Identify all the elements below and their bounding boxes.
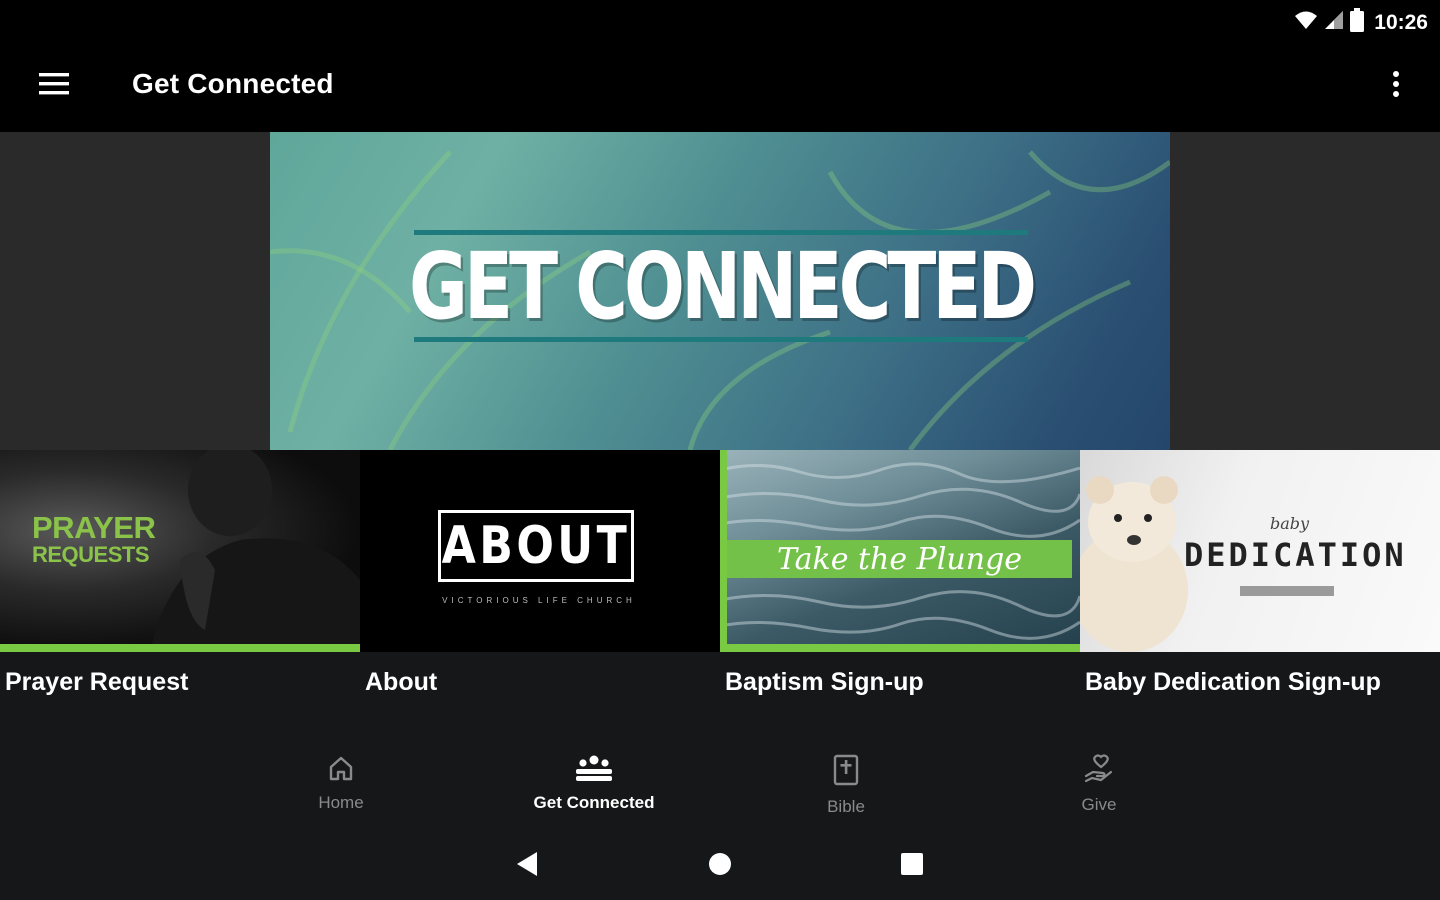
plunge-band: Take the Plunge — [727, 540, 1072, 578]
status-bar: 10:26 — [0, 0, 1440, 40]
tile-about[interactable]: ABOUT VICTORIOUS LIFE CHURCH About — [360, 450, 720, 720]
tile-prayer-request[interactable]: PRAYER REQUESTS Prayer Request — [0, 450, 360, 720]
about-frame: ABOUT — [438, 510, 634, 582]
back-triangle-icon — [515, 851, 539, 882]
more-vert-icon — [1392, 70, 1400, 103]
bible-icon — [832, 754, 860, 791]
recents-button[interactable] — [892, 850, 932, 882]
battery-icon — [1350, 8, 1365, 37]
nav-label: Bible — [827, 797, 865, 816]
about-image-title: ABOUT — [441, 516, 631, 576]
tile-label: Baptism Sign-up — [725, 668, 924, 696]
hero-title-frame: GET CONNECTED — [409, 230, 1037, 342]
prayer-image-subtitle: REQUESTS — [32, 542, 150, 567]
tile-label: About — [365, 668, 438, 696]
nav-label: Give — [1081, 795, 1117, 814]
home-icon — [327, 754, 355, 787]
dedication-bar — [1240, 586, 1334, 596]
accent-line — [720, 644, 1080, 652]
bottom-navigation: Home Get Connected Bible Give — [0, 740, 1440, 832]
overflow-menu-button[interactable] — [1376, 66, 1416, 106]
page-title: Get Connected — [132, 68, 334, 99]
nav-label: Get Connected — [533, 793, 655, 812]
about-image: ABOUT VICTORIOUS LIFE CHURCH — [360, 450, 720, 652]
prayer-image-title: PRAYER — [32, 510, 156, 545]
tile-label: Baby Dedication Sign-up — [1085, 668, 1381, 696]
prayer-request-image: PRAYER REQUESTS — [0, 450, 360, 652]
status-icons: 10:26 — [1294, 8, 1428, 37]
recents-square-icon — [900, 852, 924, 881]
give-hand-icon — [1083, 754, 1115, 789]
hamburger-menu-icon — [39, 72, 69, 100]
group-icon — [574, 754, 614, 787]
wifi-icon — [1294, 9, 1318, 36]
baptism-image: Take the Plunge — [720, 450, 1080, 652]
hero-banner[interactable]: GET CONNECTED — [270, 132, 1170, 450]
hero-title: GET CONNECTED — [408, 232, 1037, 340]
back-button[interactable] — [507, 850, 547, 882]
hero-area: GET CONNECTED — [0, 132, 1440, 450]
accent-line — [720, 450, 727, 652]
nav-item-home[interactable]: Home — [261, 754, 421, 824]
system-navigation-bar — [0, 832, 1440, 900]
nav-item-get-connected[interactable]: Get Connected — [514, 754, 674, 824]
nav-item-give[interactable]: Give — [1019, 754, 1179, 824]
tile-grid: PRAYER REQUESTS Prayer Request ABOUT VIC… — [0, 450, 1440, 720]
nav-item-bible[interactable]: Bible — [766, 754, 926, 824]
tile-baby-dedication-signup[interactable]: baby DEDICATION Baby Dedication Sign-up — [1080, 450, 1440, 720]
tile-baptism-signup[interactable]: Take the Plunge Baptism Sign-up — [720, 450, 1080, 720]
status-time: 10:26 — [1374, 10, 1428, 34]
tile-label: Prayer Request — [5, 668, 189, 696]
about-image-subtitle: VICTORIOUS LIFE CHURCH — [442, 596, 636, 605]
dedication-image: baby DEDICATION — [1080, 450, 1440, 652]
signal-icon — [1324, 9, 1344, 36]
baptism-image-title: Take the Plunge — [776, 541, 1023, 577]
home-circle-icon — [708, 852, 732, 881]
nav-label: Home — [318, 793, 364, 812]
dedication-image-eyebrow: baby — [1270, 514, 1310, 533]
menu-button[interactable] — [26, 66, 82, 106]
home-system-button[interactable] — [700, 850, 740, 882]
app-bar: Get Connected — [0, 40, 1440, 132]
accent-line — [0, 644, 360, 652]
dedication-image-title: DEDICATION — [1184, 536, 1407, 574]
